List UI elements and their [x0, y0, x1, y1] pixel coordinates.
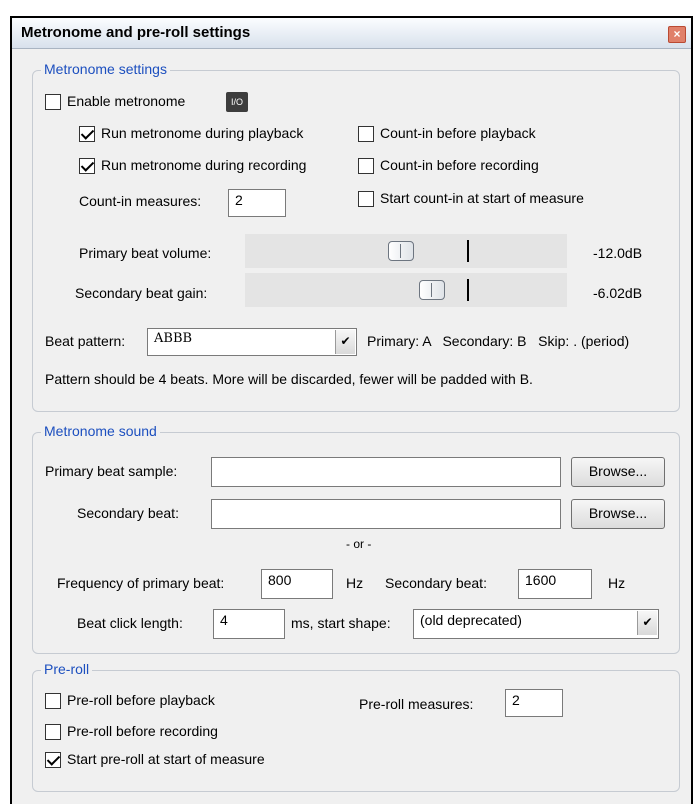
preroll-recording-label: Pre-roll before recording — [67, 723, 218, 739]
primary-volume-slider[interactable] — [245, 234, 567, 268]
preroll-measures-label: Pre-roll measures: — [359, 696, 474, 712]
preroll-label: Pre-roll — [41, 661, 93, 677]
countin-playback-label: Count-in before playback — [380, 125, 536, 141]
secondary-gain-value: -6.02dB — [593, 285, 643, 301]
title-bar: Metronome and pre-roll settings × — [12, 18, 691, 49]
preroll-group: Pre-roll Pre-roll before playback Pre-ro… — [32, 661, 680, 792]
slider-zero-marker — [467, 240, 469, 262]
preroll-start-measure-label: Start pre-roll at start of measure — [67, 751, 265, 767]
click-length-input[interactable]: 4 — [213, 609, 285, 639]
preroll-playback-checkbox[interactable] — [45, 693, 61, 709]
primary-sample-label: Primary beat sample: — [45, 463, 178, 479]
enable-metronome-label: Enable metronome — [67, 93, 186, 109]
secondary-gain-label: Secondary beat gain: — [75, 285, 208, 301]
primary-volume-value: -12.0dB — [593, 245, 643, 261]
click-length-label: Beat click length: — [77, 615, 183, 631]
start-shape-value: (old deprecated) — [420, 612, 522, 628]
beat-pattern-select[interactable]: ABBB ✔ — [147, 328, 357, 356]
run-recording-label: Run metronome during recording — [101, 157, 307, 173]
secondary-beat-label: Secondary beat: — [77, 505, 179, 521]
start-countin-label: Start count-in at start of measure — [380, 190, 584, 206]
metronome-settings-label: Metronome settings — [41, 61, 170, 77]
metronome-sound-label: Metronome sound — [41, 423, 160, 439]
freq-primary-input[interactable]: 800 — [261, 569, 333, 599]
primary-browse-button[interactable]: Browse... — [571, 457, 665, 487]
start-shape-select[interactable]: (old deprecated) ✔ — [413, 609, 659, 639]
chevron-down-icon[interactable]: ✔ — [335, 330, 355, 354]
countin-recording-checkbox[interactable] — [358, 158, 374, 174]
secondary-gain-slider[interactable] — [245, 273, 567, 307]
close-icon[interactable]: × — [668, 26, 686, 43]
beat-pattern-label: Beat pattern: — [45, 333, 126, 349]
pattern-legend: Primary: A Secondary: B Skip: . (period) — [367, 333, 630, 349]
freq-primary-label: Frequency of primary beat: — [57, 575, 225, 591]
io-button[interactable]: I/O — [226, 92, 248, 112]
preroll-measures-input[interactable]: 2 — [505, 689, 563, 717]
countin-playback-checkbox[interactable] — [358, 126, 374, 142]
hz-label-secondary: Hz — [608, 575, 626, 591]
metronome-sound-group: Metronome sound Primary beat sample: Bro… — [32, 423, 680, 654]
secondary-gain-thumb[interactable] — [419, 280, 445, 300]
start-shape-label: ms, start shape: — [291, 615, 391, 631]
primary-volume-thumb[interactable] — [388, 241, 414, 261]
countin-measures-label: Count-in measures: — [79, 193, 202, 209]
run-recording-checkbox[interactable] — [79, 158, 95, 174]
secondary-sample-input[interactable] — [211, 499, 561, 529]
dialog-title: Metronome and pre-roll settings — [21, 24, 251, 41]
preroll-recording-checkbox[interactable] — [45, 724, 61, 740]
metronome-settings-group: Metronome settings Enable metronome I/O … — [32, 61, 680, 412]
pattern-note: Pattern should be 4 beats. More will be … — [45, 371, 533, 387]
start-countin-checkbox[interactable] — [358, 191, 374, 207]
beat-pattern-value: ABBB — [154, 331, 193, 346]
hz-label-primary: Hz — [346, 575, 364, 591]
slider-zero-marker — [467, 279, 469, 301]
secondary-freq-input[interactable]: 1600 — [518, 569, 592, 599]
secondary-browse-button[interactable]: Browse... — [571, 499, 665, 529]
secondary-freq-label: Secondary beat: — [385, 575, 487, 591]
countin-recording-label: Count-in before recording — [380, 157, 539, 173]
primary-volume-label: Primary beat volume: — [79, 245, 212, 261]
preroll-playback-label: Pre-roll before playback — [67, 692, 215, 708]
or-separator: - or - — [346, 537, 372, 551]
metronome-dialog: Metronome and pre-roll settings × Metron… — [10, 16, 693, 804]
chevron-down-icon[interactable]: ✔ — [637, 611, 657, 635]
primary-sample-input[interactable] — [211, 457, 561, 487]
enable-metronome-checkbox[interactable] — [45, 94, 61, 110]
run-playback-checkbox[interactable] — [79, 126, 95, 142]
run-playback-label: Run metronome during playback — [101, 125, 304, 141]
countin-measures-input[interactable]: 2 — [228, 189, 286, 217]
preroll-start-measure-checkbox[interactable] — [45, 752, 61, 768]
